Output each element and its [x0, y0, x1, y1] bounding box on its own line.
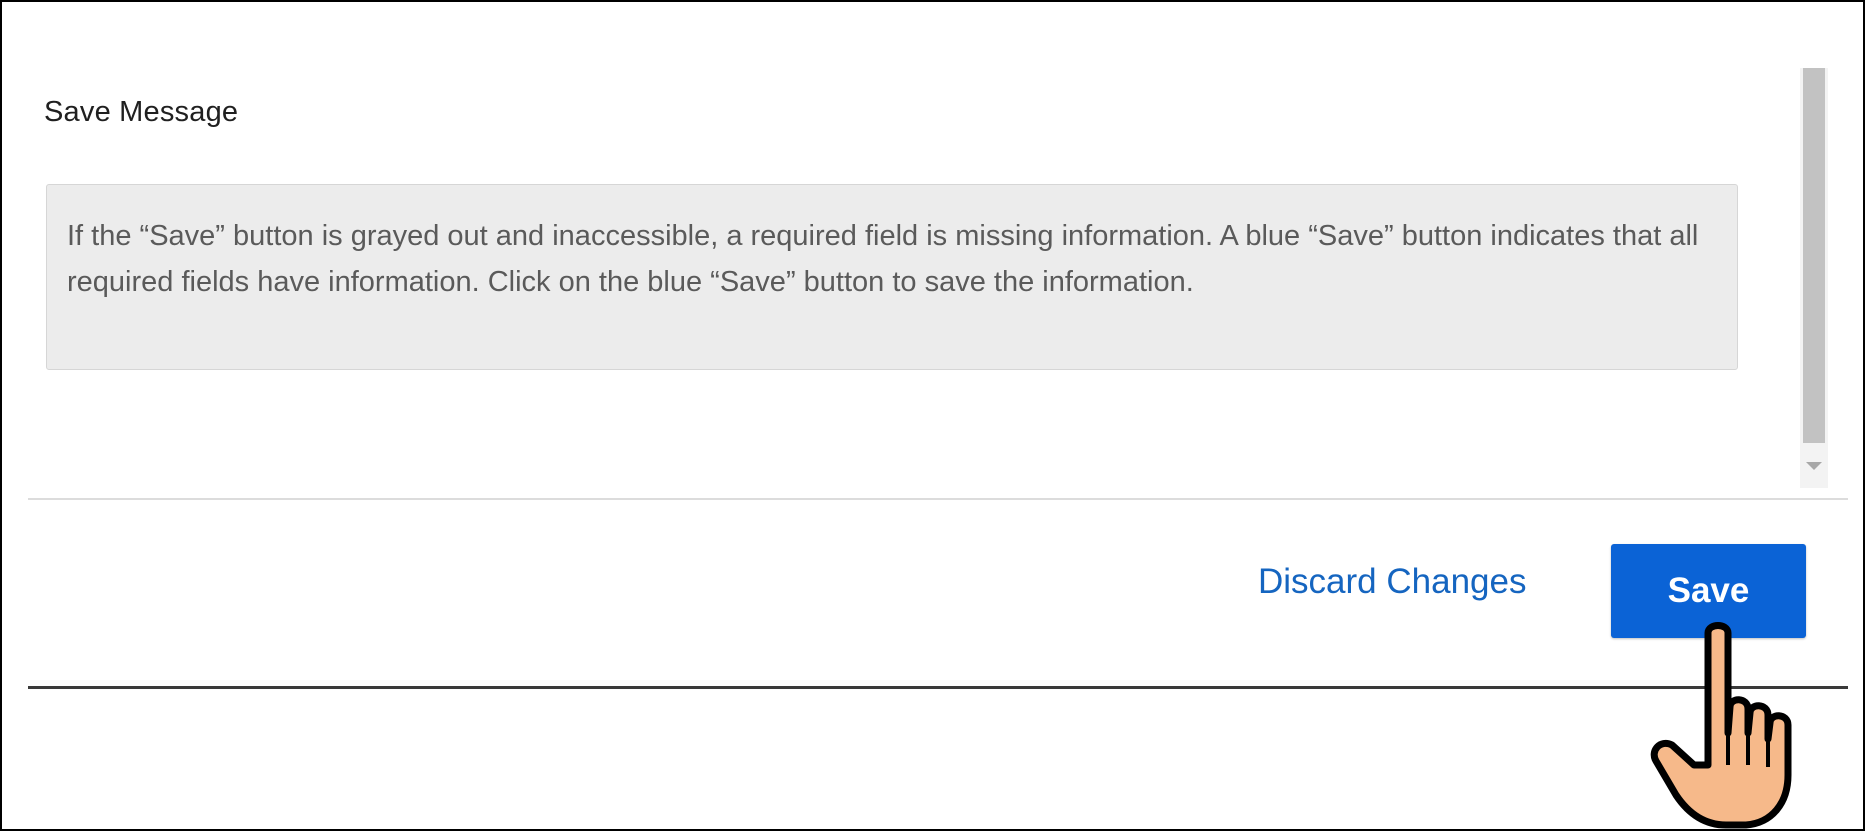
- scrollbar-thumb[interactable]: [1803, 68, 1825, 443]
- save-button-label: Save: [1667, 571, 1750, 610]
- footer-divider: [28, 498, 1848, 500]
- save-dialog: [28, 58, 1848, 690]
- discard-changes-button[interactable]: Discard Changes: [1258, 562, 1526, 602]
- scroll-down-arrow-icon[interactable]: [1806, 462, 1822, 470]
- save-message-box: If the “Save” button is grayed out and i…: [46, 184, 1738, 370]
- pointing-hand-icon: [1650, 622, 1792, 829]
- dialog-bottom-edge: [28, 686, 1848, 689]
- dialog-title: Save Message: [44, 96, 239, 128]
